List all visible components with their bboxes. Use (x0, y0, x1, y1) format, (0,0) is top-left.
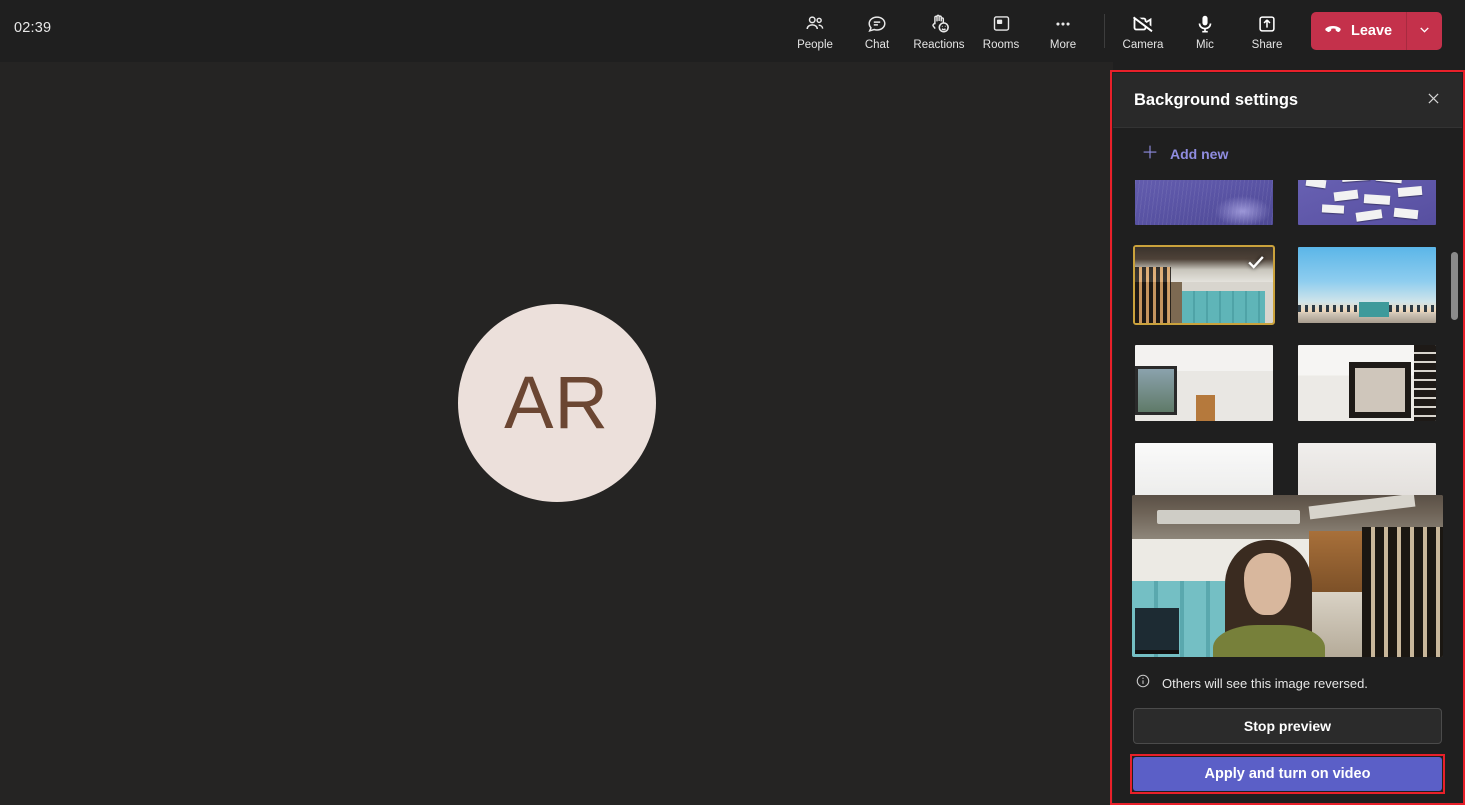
plus-icon (1141, 143, 1159, 166)
toolbar-share-label: Share (1251, 38, 1283, 51)
background-thumbnail-white-room-mirror[interactable] (1296, 343, 1438, 423)
stop-preview-button[interactable]: Stop preview (1133, 708, 1442, 744)
preview-person-face (1243, 553, 1291, 615)
toolbar-device-actions: Camera Mic Share (1112, 0, 1298, 62)
reactions-icon (928, 12, 951, 36)
thumbnail-image (1135, 345, 1273, 421)
toolbar-actions: People Chat Reactions Rooms More (784, 0, 1094, 62)
scrollbar-thumb[interactable] (1451, 252, 1458, 320)
toolbar-mic-label: Mic (1196, 38, 1214, 51)
toolbar-more-button[interactable]: More (1032, 3, 1094, 59)
preview-person-body (1212, 624, 1325, 657)
avatar-initials: AR (504, 361, 609, 444)
close-panel-button[interactable] (1418, 85, 1448, 115)
toolbar-camera-label: Camera (1122, 38, 1164, 51)
background-settings-panel: Background settings Add new Others will … (1113, 73, 1462, 805)
thumbnail-image (1298, 345, 1436, 421)
toolbar-share-button[interactable]: Share (1236, 3, 1298, 59)
background-thumbnail-grid (1133, 180, 1446, 495)
background-thumbnail-office-lockers[interactable] (1133, 245, 1275, 325)
thumbnail-image (1135, 443, 1273, 495)
avatar: AR (457, 303, 656, 502)
hangup-icon (1323, 19, 1343, 43)
apply-button-group: Apply and turn on video (1130, 754, 1445, 794)
preview-duct (1156, 509, 1300, 525)
leave-button-label: Leave (1351, 23, 1393, 39)
thumbnail-image (1298, 443, 1436, 495)
thumbnail-image (1135, 180, 1273, 225)
mic-icon (1194, 12, 1216, 36)
preview-monitor (1135, 608, 1179, 654)
video-preview (1132, 495, 1443, 657)
preview-window-wall (1362, 527, 1443, 657)
toolbar-reactions-label: Reactions (913, 38, 965, 51)
camera-off-icon (1131, 12, 1155, 36)
thumbnail-image (1298, 247, 1436, 323)
toolbar-more-label: More (1049, 38, 1077, 51)
toolbar-divider (1104, 14, 1105, 48)
panel-header: Background settings (1113, 73, 1462, 128)
info-icon (1135, 673, 1151, 694)
toolbar-chat-button[interactable]: Chat (846, 3, 908, 59)
toolbar-rooms-button[interactable]: Rooms (970, 3, 1032, 59)
chevron-down-icon (1417, 22, 1432, 40)
toolbar-people-label: People (797, 38, 833, 51)
teams-meeting-window: 02:39 People Chat Reactions Rooms More C… (0, 0, 1465, 805)
background-thumbnail-white-interior[interactable] (1133, 441, 1275, 495)
thumbnail-image (1298, 180, 1436, 225)
background-thumbnail-beach-sunset[interactable] (1296, 245, 1438, 325)
page-title: Background settings (1134, 90, 1299, 109)
toolbar-mic-button[interactable]: Mic (1174, 3, 1236, 59)
add-new-button[interactable]: Add new (1113, 128, 1462, 180)
rooms-icon (991, 12, 1012, 36)
meeting-stage: AR (0, 62, 1113, 805)
share-icon (1256, 12, 1278, 36)
toolbar-camera-button[interactable]: Camera (1112, 3, 1174, 59)
add-new-label: Add new (1170, 146, 1229, 162)
leave-control-group: Leave (1311, 12, 1443, 50)
mirror-notice-text: Others will see this image reversed. (1162, 676, 1368, 691)
background-thumbnail-purple-blur[interactable] (1133, 180, 1275, 227)
leave-options-button[interactable] (1407, 12, 1443, 50)
background-thumbnail-light-interior[interactable] (1296, 441, 1438, 495)
meeting-toolbar: 02:39 People Chat Reactions Rooms More C… (0, 0, 1465, 62)
toolbar-chat-label: Chat (864, 38, 890, 51)
close-icon (1425, 90, 1442, 110)
more-icon (1052, 12, 1074, 36)
apply-and-turn-on-video-button[interactable]: Apply and turn on video (1133, 757, 1442, 791)
toolbar-people-button[interactable]: People (784, 3, 846, 59)
background-thumbnail-list[interactable] (1113, 180, 1462, 495)
thumbnail-scrollbar[interactable] (1451, 180, 1458, 495)
chat-icon (866, 12, 888, 36)
leave-button[interactable]: Leave (1311, 12, 1407, 50)
toolbar-rooms-label: Rooms (982, 38, 1020, 51)
background-thumbnail-sticky-notes[interactable] (1296, 180, 1438, 227)
mirror-notice: Others will see this image reversed. (1113, 657, 1462, 704)
meeting-timer: 02:39 (14, 20, 52, 36)
background-thumbnail-white-room-window[interactable] (1133, 343, 1275, 423)
toolbar-reactions-button[interactable]: Reactions (908, 3, 970, 59)
people-icon (804, 12, 826, 36)
checkmark-icon (1245, 251, 1267, 278)
